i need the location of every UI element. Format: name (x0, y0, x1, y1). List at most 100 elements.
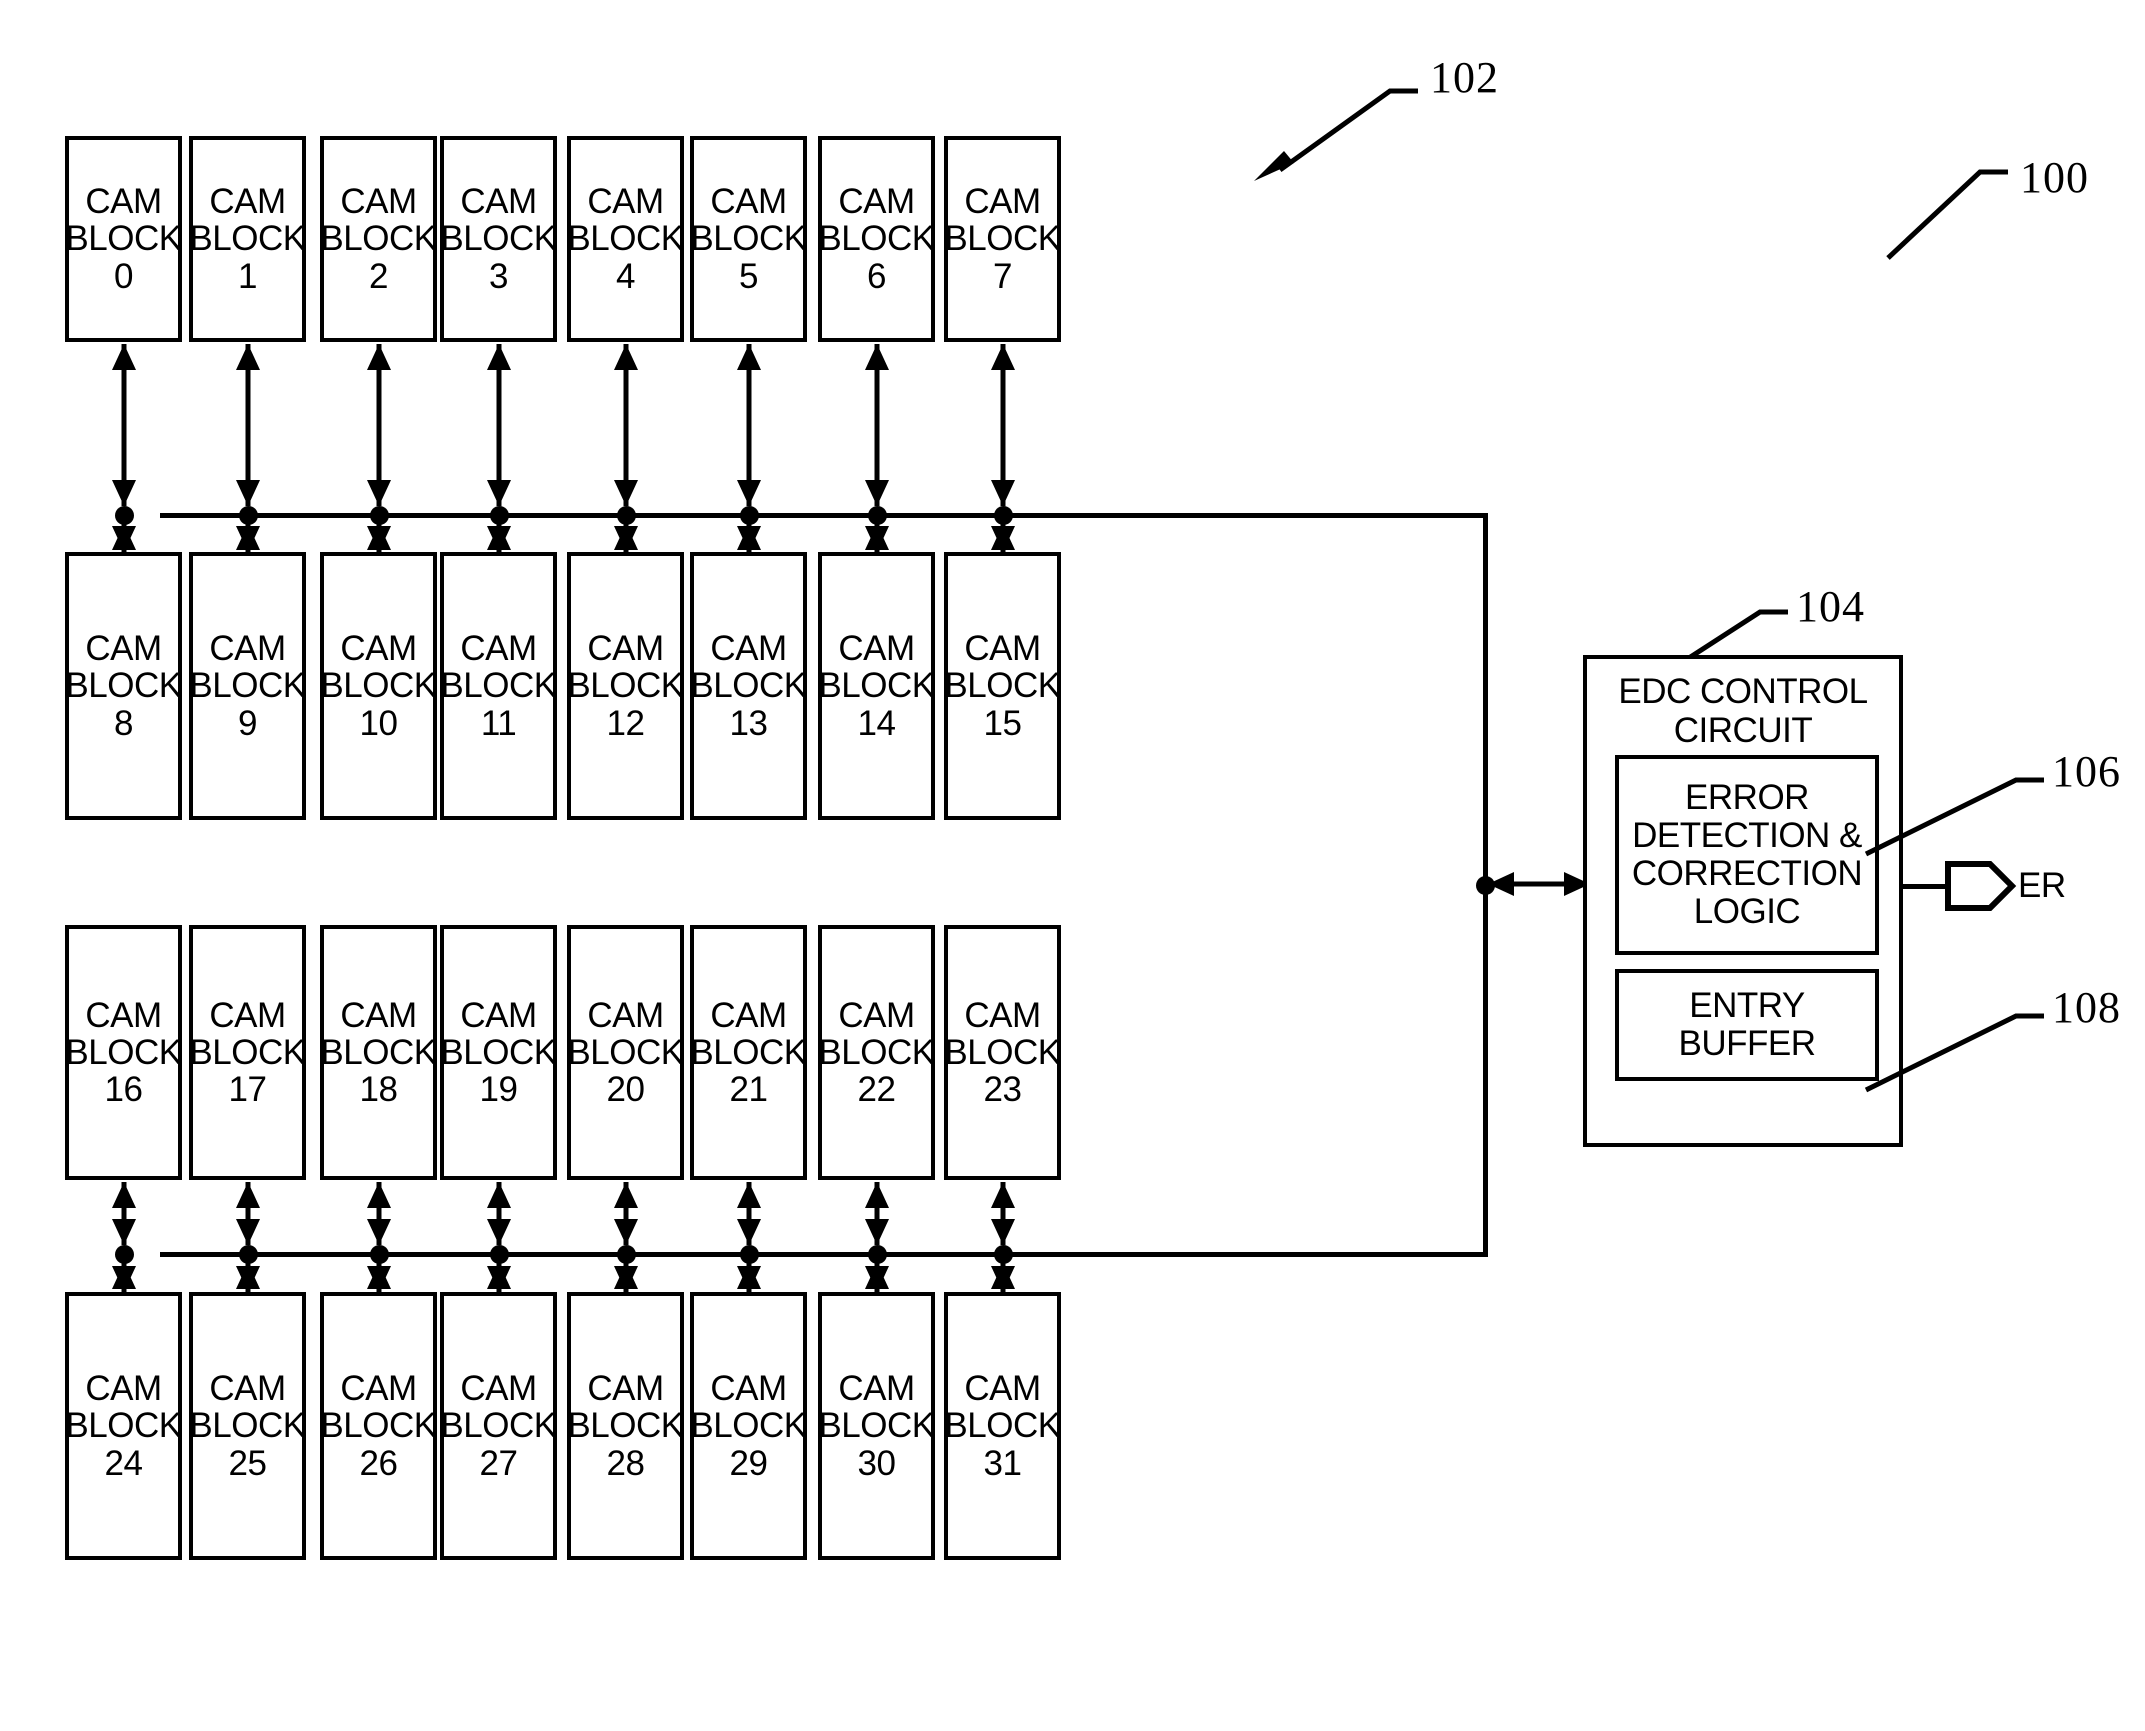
cam-block-18[interactable]: CAM BLOCK 18 (320, 925, 437, 1180)
bus-junction-dot-upper-col7 (993, 506, 1013, 525)
bus-junction-dot-lower-col0 (114, 1245, 134, 1264)
cam-block-number: 21 (729, 1070, 768, 1110)
cam-block-28[interactable]: CAM BLOCK 28 (567, 1292, 684, 1560)
cam-block-3[interactable]: CAM BLOCK 3 (440, 136, 557, 342)
cam-block-number: 3 (489, 256, 508, 296)
cam-block-number: 13 (729, 703, 768, 743)
cam-block-number: 15 (983, 703, 1022, 743)
cam-block-number: 12 (606, 703, 645, 743)
cam-block-number: 7 (993, 256, 1012, 296)
bus-to-edc-arrow (1488, 864, 1590, 904)
bus-arrow-upper-down-col3 (479, 524, 519, 552)
cam-block-10[interactable]: CAM BLOCK 10 (320, 552, 437, 820)
cam-block-5[interactable]: CAM BLOCK 5 (690, 136, 807, 342)
bus-junction-dot-upper-col6 (867, 506, 887, 525)
cam-block-label-line1: CAM (964, 182, 1041, 222)
cam-block-26[interactable]: CAM BLOCK 26 (320, 1292, 437, 1560)
bus-arrow-lower-up-col0 (104, 1182, 144, 1245)
cam-block-label-line1: CAM (964, 1369, 1041, 1409)
cam-block-1[interactable]: CAM BLOCK 1 (189, 136, 306, 342)
cam-block-label-line2: BLOCK (65, 1032, 182, 1072)
cam-block-label-line1: CAM (710, 629, 787, 669)
cam-block-15[interactable]: CAM BLOCK 15 (944, 552, 1061, 820)
bus-junction-dot-upper-col4 (616, 506, 636, 525)
cam-block-label-line2: BLOCK (189, 1406, 306, 1446)
cam-block-12[interactable]: CAM BLOCK 12 (567, 552, 684, 820)
cam-block-13[interactable]: CAM BLOCK 13 (690, 552, 807, 820)
cam-block-25[interactable]: CAM BLOCK 25 (189, 1292, 306, 1560)
bus-junction-dot-upper-col5 (739, 506, 759, 525)
cam-block-label-line2: BLOCK (440, 666, 557, 706)
cam-block-20[interactable]: CAM BLOCK 20 (567, 925, 684, 1180)
cam-block-number: 4 (616, 256, 635, 296)
bus-arrow-lower-up-col4 (606, 1182, 646, 1245)
cam-block-22[interactable]: CAM BLOCK 22 (818, 925, 935, 1180)
cam-block-label-line2: BLOCK (690, 666, 807, 706)
cam-block-label-line2: BLOCK (944, 1406, 1061, 1446)
cam-block-number: 2 (369, 256, 388, 296)
cam-block-number: 31 (983, 1443, 1022, 1483)
bus-junction-dot-lower-col7 (993, 1245, 1013, 1264)
er-output-wire (1900, 884, 1946, 889)
lead-line-106 (1864, 777, 2044, 857)
cam-block-label-line1: CAM (460, 629, 537, 669)
cam-block-number: 24 (104, 1443, 143, 1483)
cam-block-4[interactable]: CAM BLOCK 4 (567, 136, 684, 342)
cam-block-23[interactable]: CAM BLOCK 23 (944, 925, 1061, 1180)
cam-block-14[interactable]: CAM BLOCK 14 (818, 552, 935, 820)
cam-block-8[interactable]: CAM BLOCK 8 (65, 552, 182, 820)
ref-numeral-100: 100 (2020, 153, 2089, 202)
cam-block-label-line2: BLOCK (189, 666, 306, 706)
cam-block-17[interactable]: CAM BLOCK 17 (189, 925, 306, 1180)
cam-block-27[interactable]: CAM BLOCK 27 (440, 1292, 557, 1560)
entry-buffer-line1: ENTRY (1689, 986, 1805, 1026)
bus-arrow-lower-down-col5 (729, 1263, 769, 1292)
bus-arrow-upper-up-col0 (104, 344, 144, 506)
cam-block-label-line2: BLOCK (818, 1406, 935, 1446)
cam-block-label-line2: BLOCK (567, 666, 684, 706)
cam-block-label-line1: CAM (340, 629, 417, 669)
cam-block-number: 29 (729, 1443, 768, 1483)
cam-block-9[interactable]: CAM BLOCK 9 (189, 552, 306, 820)
cam-block-label-line2: BLOCK (189, 219, 306, 259)
bus-line-lower (160, 1252, 1488, 1257)
edc-logic-line1: ERROR (1685, 778, 1809, 818)
ref-numeral-108: 108 (2052, 983, 2121, 1032)
cam-block-label-line2: BLOCK (189, 1032, 306, 1072)
cam-block-label-line1: CAM (85, 1369, 162, 1409)
cam-block-number: 9 (238, 703, 257, 743)
output-pin-icon (1945, 861, 2017, 911)
cam-block-label-line1: CAM (587, 182, 664, 222)
bus-junction-dot-lower-col4 (616, 1245, 636, 1264)
edc-control-circuit[interactable]: EDC CONTROL CIRCUIT ERROR DETECTION & CO… (1583, 655, 1903, 1147)
cam-block-21[interactable]: CAM BLOCK 21 (690, 925, 807, 1180)
cam-block-31[interactable]: CAM BLOCK 31 (944, 1292, 1061, 1560)
cam-block-2[interactable]: CAM BLOCK 2 (320, 136, 437, 342)
cam-block-29[interactable]: CAM BLOCK 29 (690, 1292, 807, 1560)
cam-block-24[interactable]: CAM BLOCK 24 (65, 1292, 182, 1560)
cam-block-label-line1: CAM (710, 995, 787, 1035)
cam-block-11[interactable]: CAM BLOCK 11 (440, 552, 557, 820)
cam-block-19[interactable]: CAM BLOCK 19 (440, 925, 557, 1180)
error-detection-correction-logic[interactable]: ERROR DETECTION & CORRECTION LOGIC (1615, 755, 1879, 955)
bus-arrow-upper-up-col7 (983, 344, 1023, 506)
cam-block-label-line2: BLOCK (567, 219, 684, 259)
cam-block-0[interactable]: CAM BLOCK 0 (65, 136, 182, 342)
cam-block-label-line1: CAM (340, 1369, 417, 1409)
cam-block-label-line1: CAM (340, 182, 417, 222)
cam-block-number: 10 (359, 703, 398, 743)
cam-block-16[interactable]: CAM BLOCK 16 (65, 925, 182, 1180)
cam-block-7[interactable]: CAM BLOCK 7 (944, 136, 1061, 342)
bus-junction-dot-lower-col5 (739, 1245, 759, 1264)
bus-arrow-upper-down-col1 (228, 524, 268, 552)
entry-buffer[interactable]: ENTRY BUFFER (1615, 969, 1879, 1081)
cam-block-6[interactable]: CAM BLOCK 6 (818, 136, 935, 342)
bus-arrow-upper-up-col3 (479, 344, 519, 506)
cam-block-label-line2: BLOCK (690, 1032, 807, 1072)
cam-block-label-line1: CAM (838, 629, 915, 669)
cam-block-30[interactable]: CAM BLOCK 30 (818, 1292, 935, 1560)
cam-block-number: 1 (238, 256, 257, 296)
bus-arrow-upper-down-col2 (359, 524, 399, 552)
cam-block-label-line2: BLOCK (818, 219, 935, 259)
bus-arrow-upper-up-col2 (359, 344, 399, 506)
